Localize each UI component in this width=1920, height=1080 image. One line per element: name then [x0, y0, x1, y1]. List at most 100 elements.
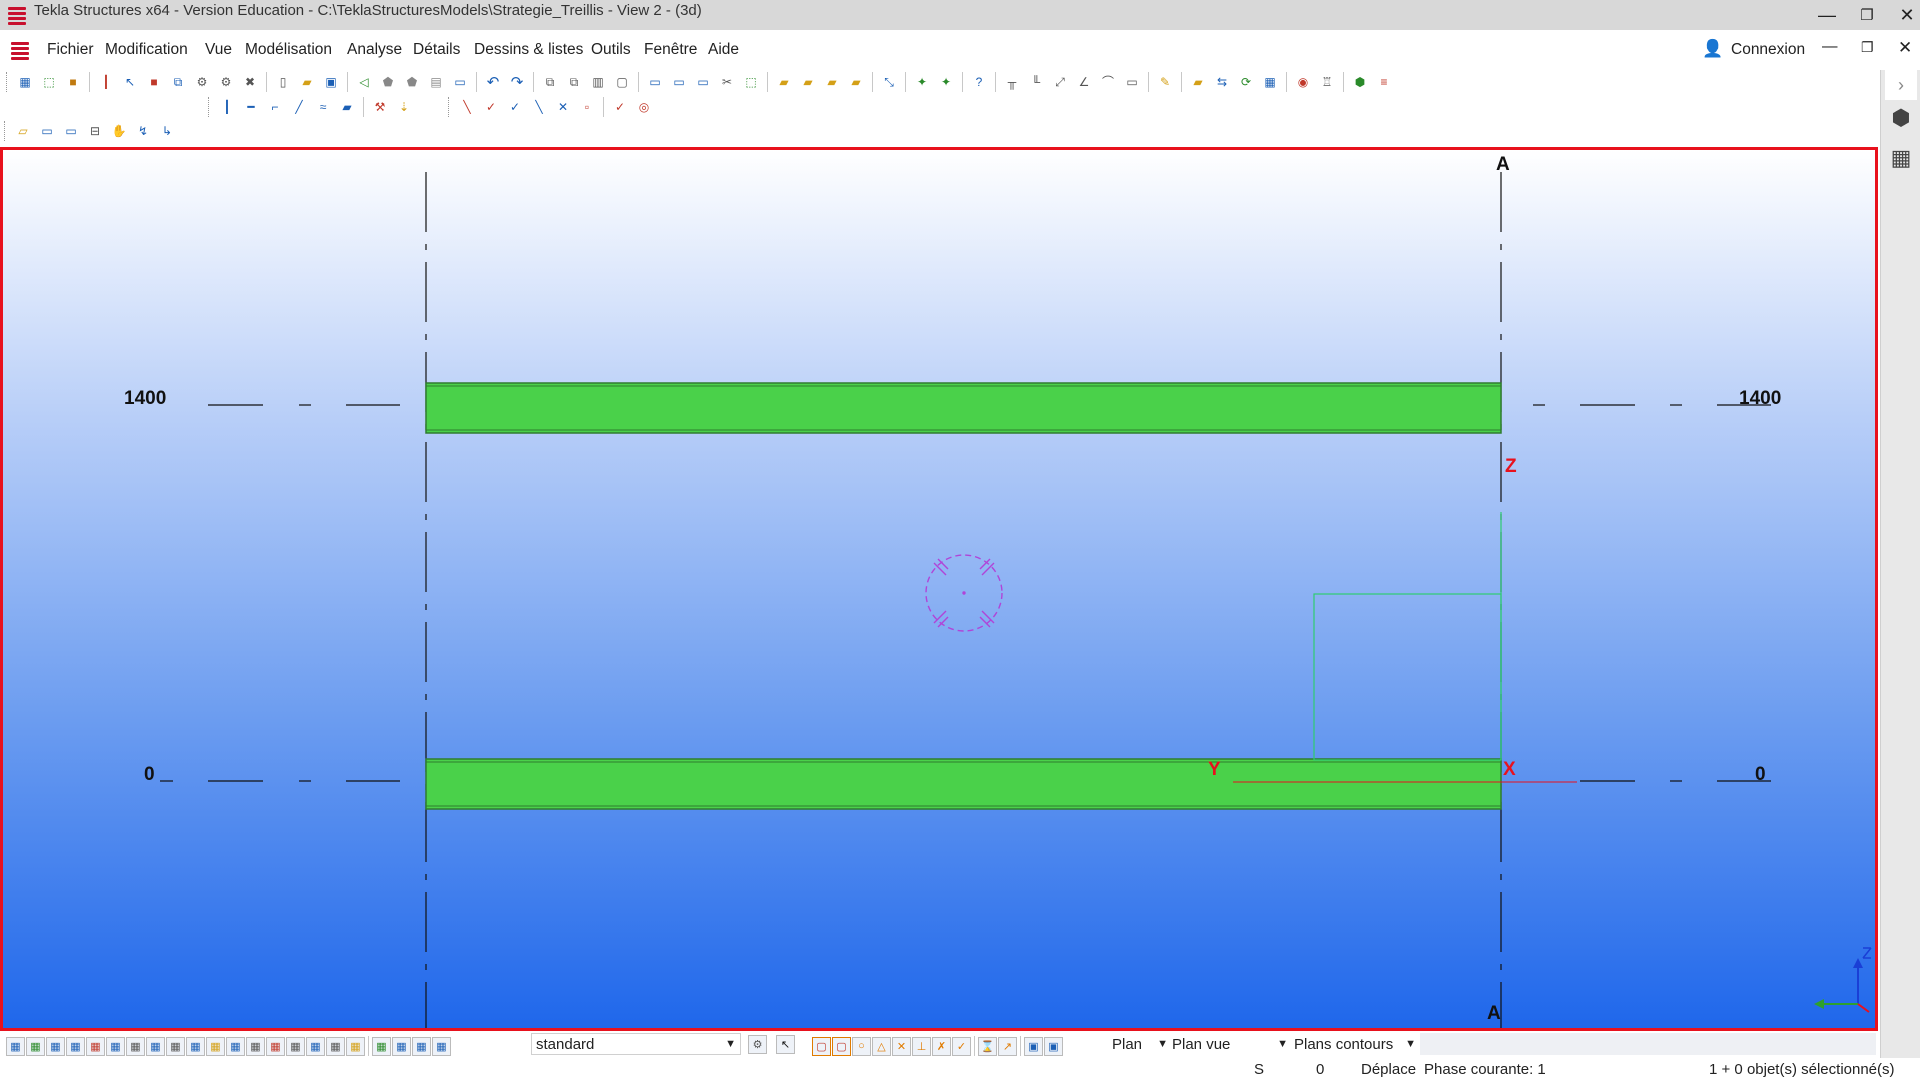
view-list-icon[interactable]: ▭ — [37, 121, 57, 141]
undo-icon[interactable]: ↶ — [483, 72, 503, 92]
column-tool-icon[interactable]: ┃ — [217, 97, 237, 117]
menu-fenetre[interactable]: Fenêtre — [644, 41, 697, 59]
measure-icon[interactable]: ╥ — [1002, 72, 1022, 92]
view-rotate-icon[interactable]: ✦ — [912, 72, 932, 92]
window-icon[interactable]: ▭ — [645, 72, 665, 92]
sync-icon[interactable]: ⟳ — [1236, 72, 1256, 92]
select-details-switch-icon[interactable]: ▦ — [286, 1036, 305, 1056]
extension-icon[interactable]: ⬢ — [1350, 72, 1370, 92]
curved-beam-tool-icon[interactable]: ╱ — [289, 97, 309, 117]
pick-icon[interactable]: ↖ — [120, 72, 140, 92]
close-button[interactable]: ✕ — [1884, 0, 1920, 30]
snap-point-icon[interactable]: ▫ — [577, 97, 597, 117]
snap-intersect-icon[interactable]: ╲ — [529, 97, 549, 117]
select-assembly-icon[interactable]: ▦ — [392, 1036, 411, 1056]
toolbar-grip[interactable] — [6, 72, 11, 92]
menu-modelisation[interactable]: Modélisation — [245, 41, 332, 59]
snap-geometry-lines-icon[interactable]: ▢ — [832, 1036, 851, 1056]
calendar-icon[interactable]: ▦ — [1260, 72, 1280, 92]
menu-fichier[interactable]: Fichier — [47, 41, 94, 59]
select-parts-switch-icon[interactable]: ▦ — [26, 1036, 45, 1056]
menu-outils[interactable]: Outils — [591, 41, 631, 59]
polybeam-tool-icon[interactable]: ⌐ — [265, 97, 285, 117]
measure-horizontal-icon[interactable]: ╙ — [1026, 72, 1046, 92]
bolt-tool-icon[interactable]: ⚒ — [370, 97, 390, 117]
work-area-icon[interactable]: ⬚ — [39, 72, 59, 92]
snap-circle-icon[interactable]: ○ — [852, 1036, 871, 1056]
window-cascade-icon[interactable]: ▭ — [693, 72, 713, 92]
view-pan-icon[interactable]: ✦ — [936, 72, 956, 92]
grid-apps-icon[interactable]: ▦ — [1885, 142, 1917, 174]
cube-icon[interactable]: ⬢ — [1885, 102, 1917, 134]
snap-center-icon[interactable]: ◎ — [634, 97, 654, 117]
model-canvas[interactable]: A A 1400 1400 0 0 Y X Z — [3, 150, 1875, 1028]
catalog-icon[interactable]: ■ — [63, 72, 83, 92]
menu-aide[interactable]: Aide — [708, 41, 739, 59]
menu-analyse[interactable]: Analyse — [347, 41, 402, 59]
select-bolts-switch-icon[interactable]: ▦ — [166, 1036, 185, 1056]
select-component-objects-icon[interactable]: ▦ — [412, 1036, 431, 1056]
plate-tool-icon[interactable]: ▰ — [337, 97, 357, 117]
snap-depth-icon[interactable]: ▣ — [1044, 1036, 1063, 1056]
select-objects-in-assembly-icon[interactable]: ▦ — [372, 1036, 391, 1056]
select-distances-switch-icon[interactable]: ▦ — [266, 1036, 285, 1056]
plane-type-dropdown[interactable]: Plan ▼ — [1112, 1033, 1168, 1055]
select-all-switch-icon[interactable]: ▦ — [6, 1036, 25, 1056]
snap-cross-icon[interactable]: ✕ — [553, 97, 573, 117]
connexion-button[interactable]: Connexion — [1731, 41, 1805, 59]
query-icon[interactable]: ? — [969, 72, 989, 92]
window-tile-icon[interactable]: ▭ — [669, 72, 689, 92]
tekla-warehouse-icon[interactable]: ≡ — [1374, 72, 1394, 92]
chevron-right-icon[interactable]: › — [1885, 70, 1917, 100]
move-special-icon[interactable]: ⧉ — [564, 72, 584, 92]
selection-filter-dropdown[interactable]: standard ▼ — [531, 1033, 741, 1055]
cut-part-icon[interactable]: ■ — [144, 72, 164, 92]
select-surface-switch-icon[interactable]: ▦ — [46, 1036, 65, 1056]
snap-extension-icon[interactable]: ⌛ — [978, 1036, 997, 1056]
pointer-icon[interactable]: ↖ — [776, 1035, 795, 1054]
snap-nearest-icon[interactable]: ✓ — [952, 1036, 971, 1056]
pin-icon[interactable]: ✎ — [1155, 72, 1175, 92]
filter-settings-icon[interactable]: ⚙ — [748, 1035, 767, 1054]
applications-icon[interactable]: ♖ — [1317, 72, 1337, 92]
snap-plane-icon[interactable]: ▣ — [1024, 1036, 1043, 1056]
select-planes-switch-icon[interactable]: ▦ — [246, 1036, 265, 1056]
column-icon[interactable]: ┃ — [96, 72, 116, 92]
copy-icon[interactable]: ⧉ — [168, 72, 188, 92]
print-icon[interactable]: ▤ — [426, 72, 446, 92]
menu-dessins-listes[interactable]: Dessins & listes — [474, 41, 583, 59]
doc-minimize-button[interactable]: — — [1822, 38, 1838, 56]
work-plane-icon[interactable]: ↳ — [157, 121, 177, 141]
doc-restore-button[interactable]: ❐ — [1861, 39, 1874, 56]
drawing-icon[interactable]: ▰ — [774, 72, 794, 92]
redo-icon[interactable]: ↷ — [507, 72, 527, 92]
select-cuts-switch-icon[interactable]: ▦ — [126, 1036, 145, 1056]
open-folder-icon[interactable]: ▰ — [297, 72, 317, 92]
document-icon[interactable]: ▢ — [612, 72, 632, 92]
measure-distance-icon[interactable]: ▭ — [1122, 72, 1142, 92]
menu-modification[interactable]: Modification — [105, 41, 188, 59]
export-icon[interactable]: ⇆ — [1212, 72, 1232, 92]
copy-special-icon[interactable]: ⧉ — [540, 72, 560, 92]
layers-icon[interactable]: ▭ — [450, 72, 470, 92]
tekla-menu-icon[interactable] — [9, 39, 31, 61]
select-points-switch-icon[interactable]: ▦ — [66, 1036, 85, 1056]
weld-tool-icon[interactable]: ⇣ — [394, 97, 414, 117]
snap-endpoint-icon[interactable]: ✓ — [481, 97, 501, 117]
select-reference-switch-icon[interactable]: ▦ — [306, 1036, 325, 1056]
twin-profile-tool-icon[interactable]: ≈ — [313, 97, 333, 117]
scissors-icon[interactable]: ✂ — [717, 72, 737, 92]
hand-icon[interactable]: ✋ — [109, 121, 129, 141]
select-components-switch-icon[interactable]: ▦ — [186, 1036, 205, 1056]
measure-bolt-icon[interactable]: ⌒ — [1098, 72, 1118, 92]
view-grid-icon[interactable]: ▭ — [61, 121, 81, 141]
select-reinforcing-switch-icon[interactable]: ▦ — [206, 1036, 225, 1056]
doc-close-button[interactable]: ✕ — [1898, 38, 1912, 58]
model-view-icon[interactable]: ▦ — [15, 72, 35, 92]
plan-vue-dropdown[interactable]: Plan vue ▼ — [1172, 1033, 1288, 1055]
shape2-icon[interactable]: ⬟ — [402, 72, 422, 92]
explode-icon[interactable]: ✖ — [240, 72, 260, 92]
model-view-viewport[interactable]: A A 1400 1400 0 0 Y X Z — [0, 147, 1878, 1031]
organizer-icon[interactable]: ▰ — [1188, 72, 1208, 92]
zoom-icon[interactable]: ⤡ — [879, 72, 899, 92]
